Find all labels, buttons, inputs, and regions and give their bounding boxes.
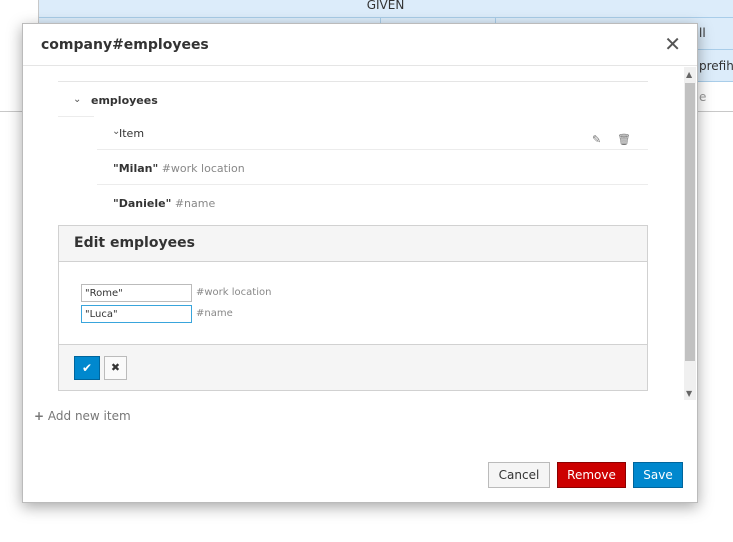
item-hint: #name xyxy=(174,197,216,210)
bg-cell-text: prefiho xyxy=(699,59,733,73)
add-item-label: Add new item xyxy=(47,409,131,423)
list-item[interactable]: "Daniele" #name xyxy=(113,197,215,210)
divider xyxy=(58,116,94,117)
scrollbar[interactable]: ▲ ▼ xyxy=(684,67,696,400)
pencil-icon[interactable]: ✎ xyxy=(592,133,601,146)
item-value: "Milan" xyxy=(113,162,159,175)
cancel-edit-button[interactable]: ✖ xyxy=(104,356,127,380)
cancel-button[interactable]: Cancel xyxy=(488,462,550,488)
bg-given-header: GIVEN xyxy=(38,0,733,18)
list-item[interactable]: "Milan" #work location xyxy=(113,162,245,175)
field-hint: #name xyxy=(196,308,233,319)
divider xyxy=(97,184,648,185)
scroll-thumb[interactable] xyxy=(685,83,695,361)
bg-cell-text: e xyxy=(699,90,707,104)
item-value: "Daniele" xyxy=(113,197,172,210)
divider xyxy=(97,149,648,150)
confirm-edit-button[interactable]: ✔ xyxy=(74,356,100,380)
edit-panel-footer: ✔ ✖ xyxy=(59,344,647,390)
trash-icon[interactable]: 🗑 xyxy=(617,133,631,146)
edit-employees-panel: Edit employees #work location #name ✔ ✖ xyxy=(58,225,648,391)
chevron-down-icon[interactable]: ⌄ xyxy=(73,94,81,105)
dialog-header: company#employees ✕ xyxy=(23,24,697,66)
close-icon[interactable]: ✕ xyxy=(664,34,681,54)
tree-item-label[interactable]: Item xyxy=(119,127,144,140)
employees-dialog: company#employees ✕ ⌄ employees ⌄ Item ✎… xyxy=(22,23,698,503)
item-hint: #work location xyxy=(161,162,245,175)
dialog-body: ⌄ employees ⌄ Item ✎ 🗑 "Milan" #work loc… xyxy=(23,67,699,400)
field-hint: #work location xyxy=(196,287,272,298)
name-input[interactable] xyxy=(81,305,192,323)
dialog-title: company#employees xyxy=(41,37,209,53)
edit-panel-title: Edit employees xyxy=(59,226,647,262)
save-button[interactable]: Save xyxy=(633,462,683,488)
add-new-item-link[interactable]: + Add new item xyxy=(34,409,131,423)
divider xyxy=(58,81,648,82)
scroll-down-icon[interactable]: ▼ xyxy=(686,389,692,398)
plus-icon: + xyxy=(34,409,45,423)
tree-root-label[interactable]: employees xyxy=(91,94,158,107)
bg-cell-text: ll xyxy=(699,26,706,40)
scroll-up-icon[interactable]: ▲ xyxy=(686,70,692,79)
remove-button[interactable]: Remove xyxy=(557,462,626,488)
work-location-input[interactable] xyxy=(81,284,192,302)
